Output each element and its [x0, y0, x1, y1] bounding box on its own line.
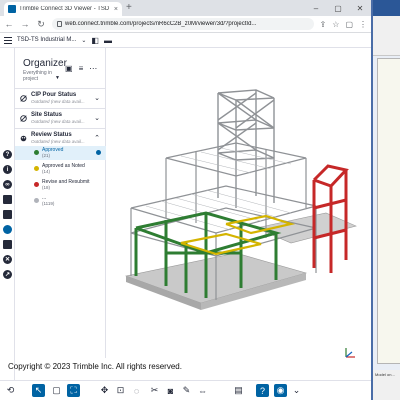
layers-icon[interactable]: ◧ — [91, 36, 99, 45]
group-label: CIP Pour Status — [31, 92, 77, 98]
orbit-icon[interactable]: ⟲ — [4, 384, 17, 397]
extensions-icon[interactable]: ▢ — [345, 20, 353, 29]
group-status: Outdated (new data avail... — [31, 99, 85, 104]
new-tab-button[interactable]: + — [126, 2, 132, 14]
close-window-button[interactable]: ✕ — [349, 0, 371, 16]
3d-viewport[interactable] — [106, 48, 371, 380]
clash-icon[interactable]: ✕ — [3, 255, 12, 264]
visibility-off-icon[interactable] — [20, 115, 27, 122]
reload-icon[interactable]: ↻ — [36, 19, 46, 30]
section-box-icon[interactable]: ⛶ — [67, 384, 80, 397]
share-icon[interactable]: ⇪ — [320, 20, 327, 29]
browser-tab[interactable]: Trimble Connect 3D Viewer - TSD × — [4, 2, 122, 16]
item-count: (18) — [42, 185, 51, 190]
more-options-icon[interactable]: ⋯ — [89, 64, 97, 73]
viewer-toolbar: ⟲ ↖ ▢ ⛶ ✥ ⊡ ◌ ✂ ◙ ✎ ⇔ ▤ ? ◉ ⌄ — [0, 380, 371, 400]
group-label: Review Status — [31, 132, 72, 138]
organizer-scope-line2[interactable]: project — [23, 76, 38, 82]
camera-icon[interactable] — [3, 210, 12, 219]
bookmark-star-icon[interactable]: ☆ — [332, 20, 339, 29]
left-rail: ? i ∞ ✕ ↗ — [0, 48, 15, 380]
measure-icon[interactable]: ⇔ — [196, 384, 209, 397]
hamburger-menu-icon[interactable] — [4, 36, 12, 44]
chevron-down-icon[interactable]: ⌄ — [94, 114, 100, 122]
item-count: (21) — [42, 153, 51, 158]
chevron-up-icon[interactable]: ⌃ — [94, 134, 100, 142]
secondary-app-window: Model on... — [371, 0, 400, 400]
tab-title: Trimble Connect 3D Viewer - TSD — [19, 6, 110, 12]
organizer-icon[interactable] — [3, 225, 12, 234]
item-count: (14) — [42, 169, 51, 174]
snapshot-icon[interactable]: ◙ — [164, 384, 177, 397]
axis-gizmo-icon[interactable] — [342, 346, 358, 360]
add-folder-icon[interactable]: ▣ — [65, 64, 73, 73]
properties-icon[interactable]: i — [3, 165, 12, 174]
trimble-favicon-icon — [8, 5, 16, 13]
back-arrow-icon[interactable]: ← — [4, 19, 14, 29]
organizer-title: Organizer — [23, 58, 67, 69]
item-count: (1119) — [42, 201, 55, 206]
forward-arrow-icon[interactable]: → — [20, 19, 30, 29]
palette-icon[interactable] — [20, 135, 27, 142]
views-icon[interactable] — [3, 195, 12, 204]
markup-icon[interactable]: ✎ — [180, 384, 193, 397]
maximize-button[interactable]: ▢ — [327, 0, 349, 16]
organizer-actions: ▣ ≡ ⋯ — [65, 64, 97, 73]
fit-icon[interactable]: ⊡ — [114, 384, 127, 397]
status-color-dot — [34, 150, 39, 155]
structural-model[interactable] — [106, 48, 371, 380]
sort-icon[interactable]: ≡ — [79, 64, 84, 73]
link-icon[interactable]: ∞ — [3, 180, 12, 189]
lock-icon — [57, 21, 62, 27]
list-item-revise-resubmit[interactable]: Revise and Resubmit (18) — [15, 178, 106, 192]
list-item-other[interactable]: ... (1119) — [15, 194, 106, 208]
tab-close-icon[interactable]: × — [114, 6, 118, 13]
select-box-icon[interactable]: ▢ — [50, 384, 63, 397]
help-icon[interactable]: ? — [256, 384, 269, 397]
more-menu-icon[interactable]: ⋮ — [359, 20, 367, 29]
selected-indicator-icon — [96, 150, 101, 155]
status-color-dot — [34, 166, 39, 171]
more-icon[interactable]: ⌄ — [290, 384, 303, 397]
app-header: TSD-TS Industrial M... ⌄ ◧ ▬ — [0, 33, 371, 48]
group-review-status[interactable]: Review Status Outdated (new data avail..… — [15, 128, 106, 148]
info-icon[interactable]: ? — [3, 150, 12, 159]
group-status: Outdated (new data avail... — [31, 119, 85, 124]
visibility-icon[interactable]: ◉ — [274, 384, 287, 397]
secondary-viewport[interactable] — [377, 58, 400, 364]
layers-toggle-icon[interactable]: ▤ — [232, 384, 245, 397]
copyright-notice: Copyright © 2023 Trimble Inc. All rights… — [8, 362, 182, 371]
organizer-panel: Organizer Everything in project ▼ ▣ ≡ ⋯ … — [15, 48, 106, 358]
browser-titlebar: Trimble Connect 3D Viewer - TSD × + – ▢ … — [0, 0, 371, 16]
share-model-icon[interactable]: ↗ — [3, 270, 12, 279]
project-chevron-icon[interactable]: ⌄ — [81, 37, 86, 44]
secondary-status-bar: Model on... — [373, 370, 400, 400]
folder-icon[interactable]: ▬ — [104, 36, 112, 45]
group-site-status[interactable]: Site Status Outdated (new data avail... … — [15, 108, 106, 128]
table-icon[interactable] — [3, 240, 12, 249]
group-label: Site Status — [31, 112, 63, 118]
scope-caret-icon[interactable]: ▼ — [55, 75, 60, 81]
address-bar[interactable]: web.connect.trimble.com/projects/nR6cC2B… — [52, 18, 314, 30]
status-color-dot — [34, 198, 39, 203]
select-pointer-icon[interactable]: ↖ — [32, 384, 45, 397]
visibility-off-icon[interactable] — [20, 95, 27, 102]
clip-icon[interactable]: ✂ — [148, 384, 161, 397]
url-text: web.connect.trimble.com/projects/nR6cC2B… — [65, 21, 257, 27]
browser-window: Trimble Connect 3D Viewer - TSD × + – ▢ … — [0, 0, 371, 400]
minimize-button[interactable]: – — [305, 0, 327, 16]
secondary-titlebar — [373, 0, 400, 16]
chevron-down-icon[interactable]: ⌄ — [94, 94, 100, 102]
window-controls: – ▢ ✕ — [305, 0, 371, 16]
secondary-toolbar — [373, 16, 400, 56]
group-status: Outdated (new data avail... — [31, 139, 85, 144]
status-color-dot — [34, 182, 39, 187]
group-cip-pour-status[interactable]: CIP Pour Status Outdated (new data avail… — [15, 88, 106, 108]
browser-toolbar: ← → ↻ web.connect.trimble.com/projects/n… — [0, 16, 371, 33]
pan-icon[interactable]: ✥ — [98, 384, 111, 397]
list-item-approved[interactable]: Approved (21) — [15, 146, 106, 160]
hide-icon[interactable]: ◌ — [130, 384, 143, 397]
project-name[interactable]: TSD-TS Industrial M... — [17, 37, 76, 43]
list-item-approved-as-noted[interactable]: Approved as Noted (14) — [15, 162, 106, 176]
